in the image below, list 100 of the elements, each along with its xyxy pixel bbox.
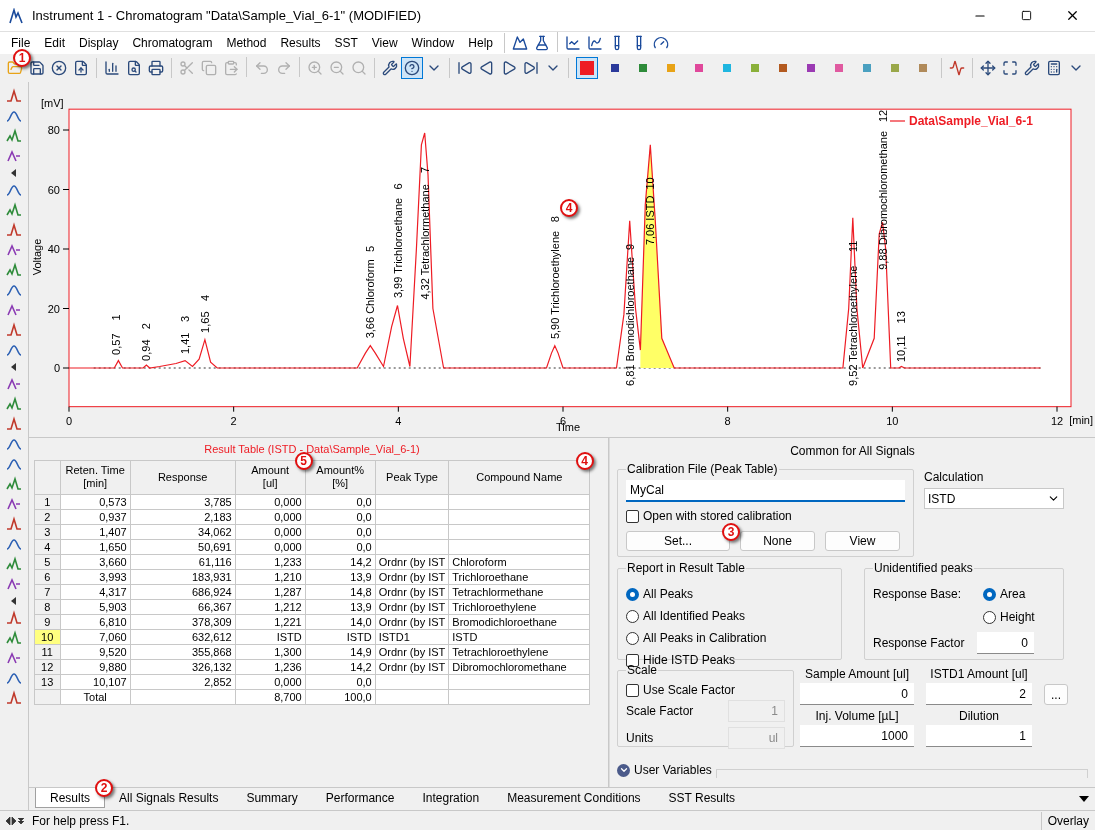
peak-number: 9 [623,243,636,250]
peak-tool-icon[interactable] [6,610,22,626]
menu-item[interactable]: Chromatogram [125,34,220,52]
peak-label: 3,66 Chloroform [364,259,377,339]
input-field[interactable]: 0 [800,683,914,705]
menu-item[interactable]: File [4,34,38,52]
peak-label: 9,88 Dibromochloromethane [876,131,889,270]
radio-button[interactable] [983,587,996,601]
table-cell: Ordnr (by IST [375,599,449,614]
peak-tool-icon[interactable] [6,396,22,412]
peak-tool-icon[interactable] [6,690,22,706]
peak-tool-icon[interactable] [6,436,22,452]
peak-label: 0,57 [109,333,122,355]
table-cell: 14,8 [305,584,376,599]
help-icon[interactable] [401,57,423,79]
tab[interactable]: Integration [408,788,494,808]
x-unit-label: [min] [1069,414,1093,426]
menu-item[interactable]: SST [327,34,365,52]
peak-tool-icon[interactable] [6,148,22,164]
peak-tool-icon[interactable] [6,222,22,238]
maximize-icon[interactable] [1020,10,1032,21]
dialog-button[interactable]: None [740,531,815,551]
collapse-arrow-icon[interactable] [11,363,17,371]
peak-tool-icon[interactable] [6,416,22,432]
input-field[interactable]: 2 [926,683,1032,705]
peak-tool-icon[interactable] [6,342,22,358]
table-cell: 1,287 [235,584,306,599]
more-button[interactable]: ... [1044,684,1068,705]
peak-tool-icon[interactable] [6,456,22,472]
menu-item[interactable]: Window [404,34,462,52]
calibration-file-field[interactable]: MyCal [626,480,905,502]
calculation-dropdown[interactable]: ISTD [924,488,1064,509]
radio-button[interactable] [626,609,639,623]
table-cell: 0,937 [60,509,131,524]
peak-tool-icon[interactable] [6,516,22,532]
peak-tool-icon[interactable] [6,576,22,592]
table-cell: ISTD [305,629,376,644]
peak-tool-icon[interactable] [6,322,22,338]
column-header[interactable]: Peak Type [375,460,449,494]
table-cell: 13,9 [305,599,376,614]
input-field[interactable]: 1000 [800,725,914,747]
peak-tool-icon[interactable] [6,476,22,492]
peak-tool-icon[interactable] [6,302,22,318]
table-cell: 0,0 [305,539,376,554]
peak-tool-icon[interactable] [6,630,22,646]
menu-item[interactable]: Edit [37,34,73,52]
tab[interactable]: SST Results [654,788,750,808]
peak-tool-icon[interactable] [6,556,22,572]
peak-tool-icon[interactable] [6,242,22,258]
column-header[interactable]: Response [130,460,236,494]
checkbox[interactable] [626,683,639,697]
collapse-arrow-icon[interactable] [11,597,17,605]
menu-item[interactable]: Display [72,34,126,52]
peak-tool-icon[interactable] [6,182,22,198]
scroll-arrows-icon[interactable] [6,816,24,825]
table-cell: 50,691 [130,539,236,554]
menu-item[interactable]: Results [273,34,328,52]
tab-overflow-icon[interactable] [1079,796,1089,802]
peak-tool-icon[interactable] [6,650,22,666]
x-tick-label: 8 [724,414,731,427]
table-cell: Chloroform [448,554,590,569]
peak-tool-icon[interactable] [6,496,22,512]
peak-tool-icon[interactable] [6,282,22,298]
expand-icon[interactable] [617,763,630,777]
peak-tool-icon[interactable] [6,536,22,552]
dialog-button[interactable]: View [825,531,900,551]
checkbox[interactable] [626,653,639,667]
menu-item[interactable]: Help [461,34,500,52]
table-cell: 66,367 [130,599,236,614]
tab[interactable]: Summary [232,788,312,808]
y-axis-title: Voltage [31,238,43,276]
tab[interactable]: Performance [311,788,409,808]
peak-tool-icon[interactable] [6,88,22,104]
window-title: Instrument 1 - Chromatogram "Data\Sample_Vial_6-1" (MODIFIED) [32,6,421,25]
user-variables-expander[interactable]: User Variables [634,761,712,779]
color-swatch[interactable] [576,57,598,79]
menu-item[interactable]: Method [219,34,274,52]
column-header[interactable]: Reten. Time [min] [60,460,131,494]
table-cell: 8,700 [235,689,306,704]
table-cell: Ordnr (by IST [375,614,449,629]
menu-item[interactable]: View [364,34,405,52]
table-cell: Ordnr (by IST [375,554,449,569]
table-cell: 1,221 [235,614,306,629]
radio-button[interactable] [983,610,996,624]
collapse-arrow-icon[interactable] [11,169,17,177]
radio-button[interactable] [626,631,639,645]
peak-tool-icon[interactable] [6,262,22,278]
field-label: Units [626,730,654,747]
tab[interactable]: Measurement Conditions [493,788,655,808]
input-field[interactable]: 0 [977,632,1034,654]
table-cell: 686,924 [130,584,236,599]
peak-tool-icon[interactable] [6,128,22,144]
input-field[interactable]: 1 [926,725,1032,747]
checkbox[interactable] [626,509,639,523]
radio-button[interactable] [626,587,639,601]
peak-tool-icon[interactable] [6,108,22,124]
peak-tool-icon[interactable] [6,670,22,686]
table-cell: 4,317 [60,584,131,599]
peak-tool-icon[interactable] [6,376,22,392]
peak-tool-icon[interactable] [6,202,22,218]
